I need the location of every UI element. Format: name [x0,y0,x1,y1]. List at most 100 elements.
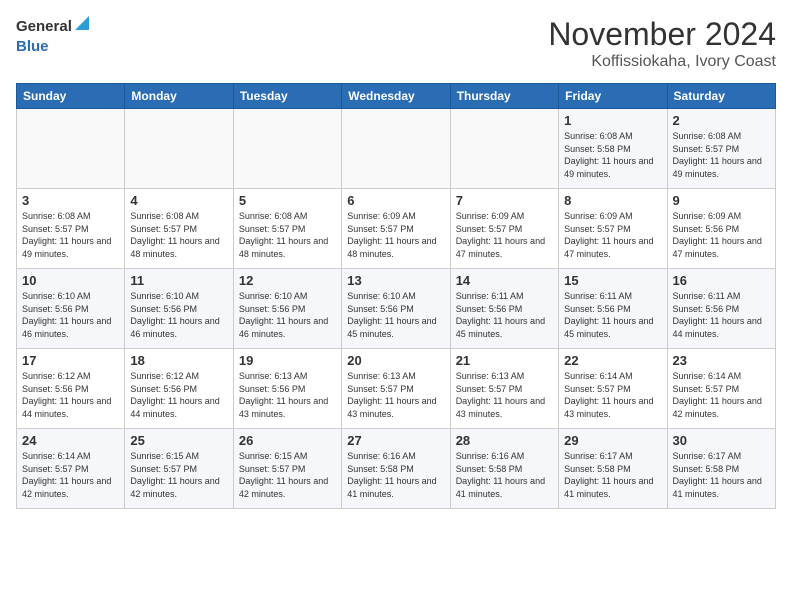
calendar-cell [450,109,558,189]
location-subtitle: Koffissiokaha, Ivory Coast [548,53,776,71]
day-number: 17 [22,353,119,368]
day-info: Sunrise: 6:17 AM Sunset: 5:58 PM Dayligh… [564,450,661,500]
calendar-cell: 12Sunrise: 6:10 AM Sunset: 5:56 PM Dayli… [233,269,341,349]
day-number: 26 [239,433,336,448]
calendar-cell: 23 Sunrise: 6:14 AM Sunset: 5:57 PM Dayli… [667,349,775,429]
day-number: 18 [130,353,227,368]
day-number: 1 [564,113,661,128]
calendar-cell: 5 Sunrise: 6:08 AM Sunset: 5:57 PM Daylig… [233,189,341,269]
calendar-cell: 29 Sunrise: 6:17 AM Sunset: 5:58 PM Dayli… [559,429,667,509]
day-info: Sunrise: 6:09 AM Sunset: 5:56 PM Dayligh… [673,210,770,260]
weekday-header-tuesday: Tuesday [233,84,341,109]
day-number: 7 [456,193,553,208]
page-header: General Blue November 2024 Koffissiokaha… [16,16,776,71]
day-info: Sunrise: 6:11 AM Sunset: 5:56 PM Dayligh… [673,290,770,340]
calendar-cell: 3 Sunrise: 6:08 AM Sunset: 5:57 PM Daylig… [17,189,125,269]
day-number: 2 [673,113,770,128]
weekday-header-monday: Monday [125,84,233,109]
calendar-cell: 24 Sunrise: 6:14 AM Sunset: 5:57 PM Dayli… [17,429,125,509]
day-number: 14 [456,273,553,288]
day-number: 30 [673,433,770,448]
calendar-cell: 30 Sunrise: 6:17 AM Sunset: 5:58 PM Dayli… [667,429,775,509]
calendar-cell: 27 Sunrise: 6:16 AM Sunset: 5:58 PM Dayli… [342,429,450,509]
day-number: 11 [130,273,227,288]
day-info: Sunrise: 6:14 AM Sunset: 5:57 PM Dayligh… [564,370,661,420]
day-info: Sunrise: 6:08 AM Sunset: 5:57 PM Dayligh… [239,210,336,260]
day-number: 25 [130,433,227,448]
calendar-cell: 16 Sunrise: 6:11 AM Sunset: 5:56 PM Dayli… [667,269,775,349]
calendar-cell: 7 Sunrise: 6:09 AM Sunset: 5:57 PM Daylig… [450,189,558,269]
day-number: 23 [673,353,770,368]
calendar-cell: 15Sunrise: 6:11 AM Sunset: 5:56 PM Dayli… [559,269,667,349]
day-number: 28 [456,433,553,448]
logo-blue: Blue [16,38,49,56]
day-number: 6 [347,193,444,208]
calendar-cell: 10Sunrise: 6:10 AM Sunset: 5:56 PM Dayli… [17,269,125,349]
day-info: Sunrise: 6:16 AM Sunset: 5:58 PM Dayligh… [347,450,444,500]
day-info: Sunrise: 6:08 AM Sunset: 5:58 PM Dayligh… [564,130,661,180]
calendar-cell [17,109,125,189]
day-info: Sunrise: 6:11 AM Sunset: 5:56 PM Dayligh… [564,290,661,340]
calendar-table: SundayMondayTuesdayWednesdayThursdayFrid… [16,83,776,509]
day-info: Sunrise: 6:11 AM Sunset: 5:56 PM Dayligh… [456,290,553,340]
calendar-cell: 11 Sunrise: 6:10 AM Sunset: 5:56 PM Dayli… [125,269,233,349]
logo-general: General [16,18,72,36]
day-info: Sunrise: 6:08 AM Sunset: 5:57 PM Dayligh… [22,210,119,260]
calendar-cell: 2 Sunrise: 6:08 AM Sunset: 5:57 PM Daylig… [667,109,775,189]
calendar-cell: 21 Sunrise: 6:13 AM Sunset: 5:57 PM Dayli… [450,349,558,429]
day-info: Sunrise: 6:17 AM Sunset: 5:58 PM Dayligh… [673,450,770,500]
calendar-cell [125,109,233,189]
weekday-header-thursday: Thursday [450,84,558,109]
day-number: 9 [673,193,770,208]
day-info: Sunrise: 6:15 AM Sunset: 5:57 PM Dayligh… [239,450,336,500]
day-number: 5 [239,193,336,208]
day-info: Sunrise: 6:08 AM Sunset: 5:57 PM Dayligh… [130,210,227,260]
calendar-cell: 28 Sunrise: 6:16 AM Sunset: 5:58 PM Dayli… [450,429,558,509]
calendar-cell: 20 Sunrise: 6:13 AM Sunset: 5:57 PM Dayli… [342,349,450,429]
day-info: Sunrise: 6:16 AM Sunset: 5:58 PM Dayligh… [456,450,553,500]
day-info: Sunrise: 6:09 AM Sunset: 5:57 PM Dayligh… [347,210,444,260]
weekday-header-wednesday: Wednesday [342,84,450,109]
calendar-cell: 6 Sunrise: 6:09 AM Sunset: 5:57 PM Daylig… [342,189,450,269]
weekday-header-saturday: Saturday [667,84,775,109]
calendar-cell: 8Sunrise: 6:09 AM Sunset: 5:57 PM Daylig… [559,189,667,269]
day-number: 24 [22,433,119,448]
day-number: 13 [347,273,444,288]
day-info: Sunrise: 6:08 AM Sunset: 5:57 PM Dayligh… [673,130,770,180]
day-info: Sunrise: 6:10 AM Sunset: 5:56 PM Dayligh… [347,290,444,340]
day-info: Sunrise: 6:13 AM Sunset: 5:56 PM Dayligh… [239,370,336,420]
calendar-cell: 9 Sunrise: 6:09 AM Sunset: 5:56 PM Daylig… [667,189,775,269]
day-number: 16 [673,273,770,288]
calendar-cell: 14 Sunrise: 6:11 AM Sunset: 5:56 PM Dayli… [450,269,558,349]
day-number: 20 [347,353,444,368]
calendar-cell: 22Sunrise: 6:14 AM Sunset: 5:57 PM Dayli… [559,349,667,429]
day-info: Sunrise: 6:13 AM Sunset: 5:57 PM Dayligh… [347,370,444,420]
day-info: Sunrise: 6:09 AM Sunset: 5:57 PM Dayligh… [456,210,553,260]
calendar-cell: 25 Sunrise: 6:15 AM Sunset: 5:57 PM Dayli… [125,429,233,509]
calendar-cell: 13 Sunrise: 6:10 AM Sunset: 5:56 PM Dayli… [342,269,450,349]
day-info: Sunrise: 6:13 AM Sunset: 5:57 PM Dayligh… [456,370,553,420]
calendar-cell [342,109,450,189]
day-number: 21 [456,353,553,368]
day-info: Sunrise: 6:10 AM Sunset: 5:56 PM Dayligh… [22,290,119,340]
calendar-cell: 26 Sunrise: 6:15 AM Sunset: 5:57 PM Dayli… [233,429,341,509]
day-number: 29 [564,433,661,448]
logo-triangle-icon [75,16,89,34]
weekday-header-sunday: Sunday [17,84,125,109]
day-info: Sunrise: 6:09 AM Sunset: 5:57 PM Dayligh… [564,210,661,260]
title-section: November 2024 Koffissiokaha, Ivory Coast [548,16,776,71]
day-info: Sunrise: 6:15 AM Sunset: 5:57 PM Dayligh… [130,450,227,500]
day-number: 4 [130,193,227,208]
day-info: Sunrise: 6:12 AM Sunset: 5:56 PM Dayligh… [130,370,227,420]
calendar-cell [233,109,341,189]
day-info: Sunrise: 6:14 AM Sunset: 5:57 PM Dayligh… [673,370,770,420]
calendar-cell: 4 Sunrise: 6:08 AM Sunset: 5:57 PM Daylig… [125,189,233,269]
calendar-cell: 18 Sunrise: 6:12 AM Sunset: 5:56 PM Dayli… [125,349,233,429]
calendar-cell: 17Sunrise: 6:12 AM Sunset: 5:56 PM Dayli… [17,349,125,429]
day-number: 27 [347,433,444,448]
day-info: Sunrise: 6:14 AM Sunset: 5:57 PM Dayligh… [22,450,119,500]
logo: General Blue [16,16,89,56]
day-number: 19 [239,353,336,368]
day-info: Sunrise: 6:10 AM Sunset: 5:56 PM Dayligh… [130,290,227,340]
day-number: 3 [22,193,119,208]
